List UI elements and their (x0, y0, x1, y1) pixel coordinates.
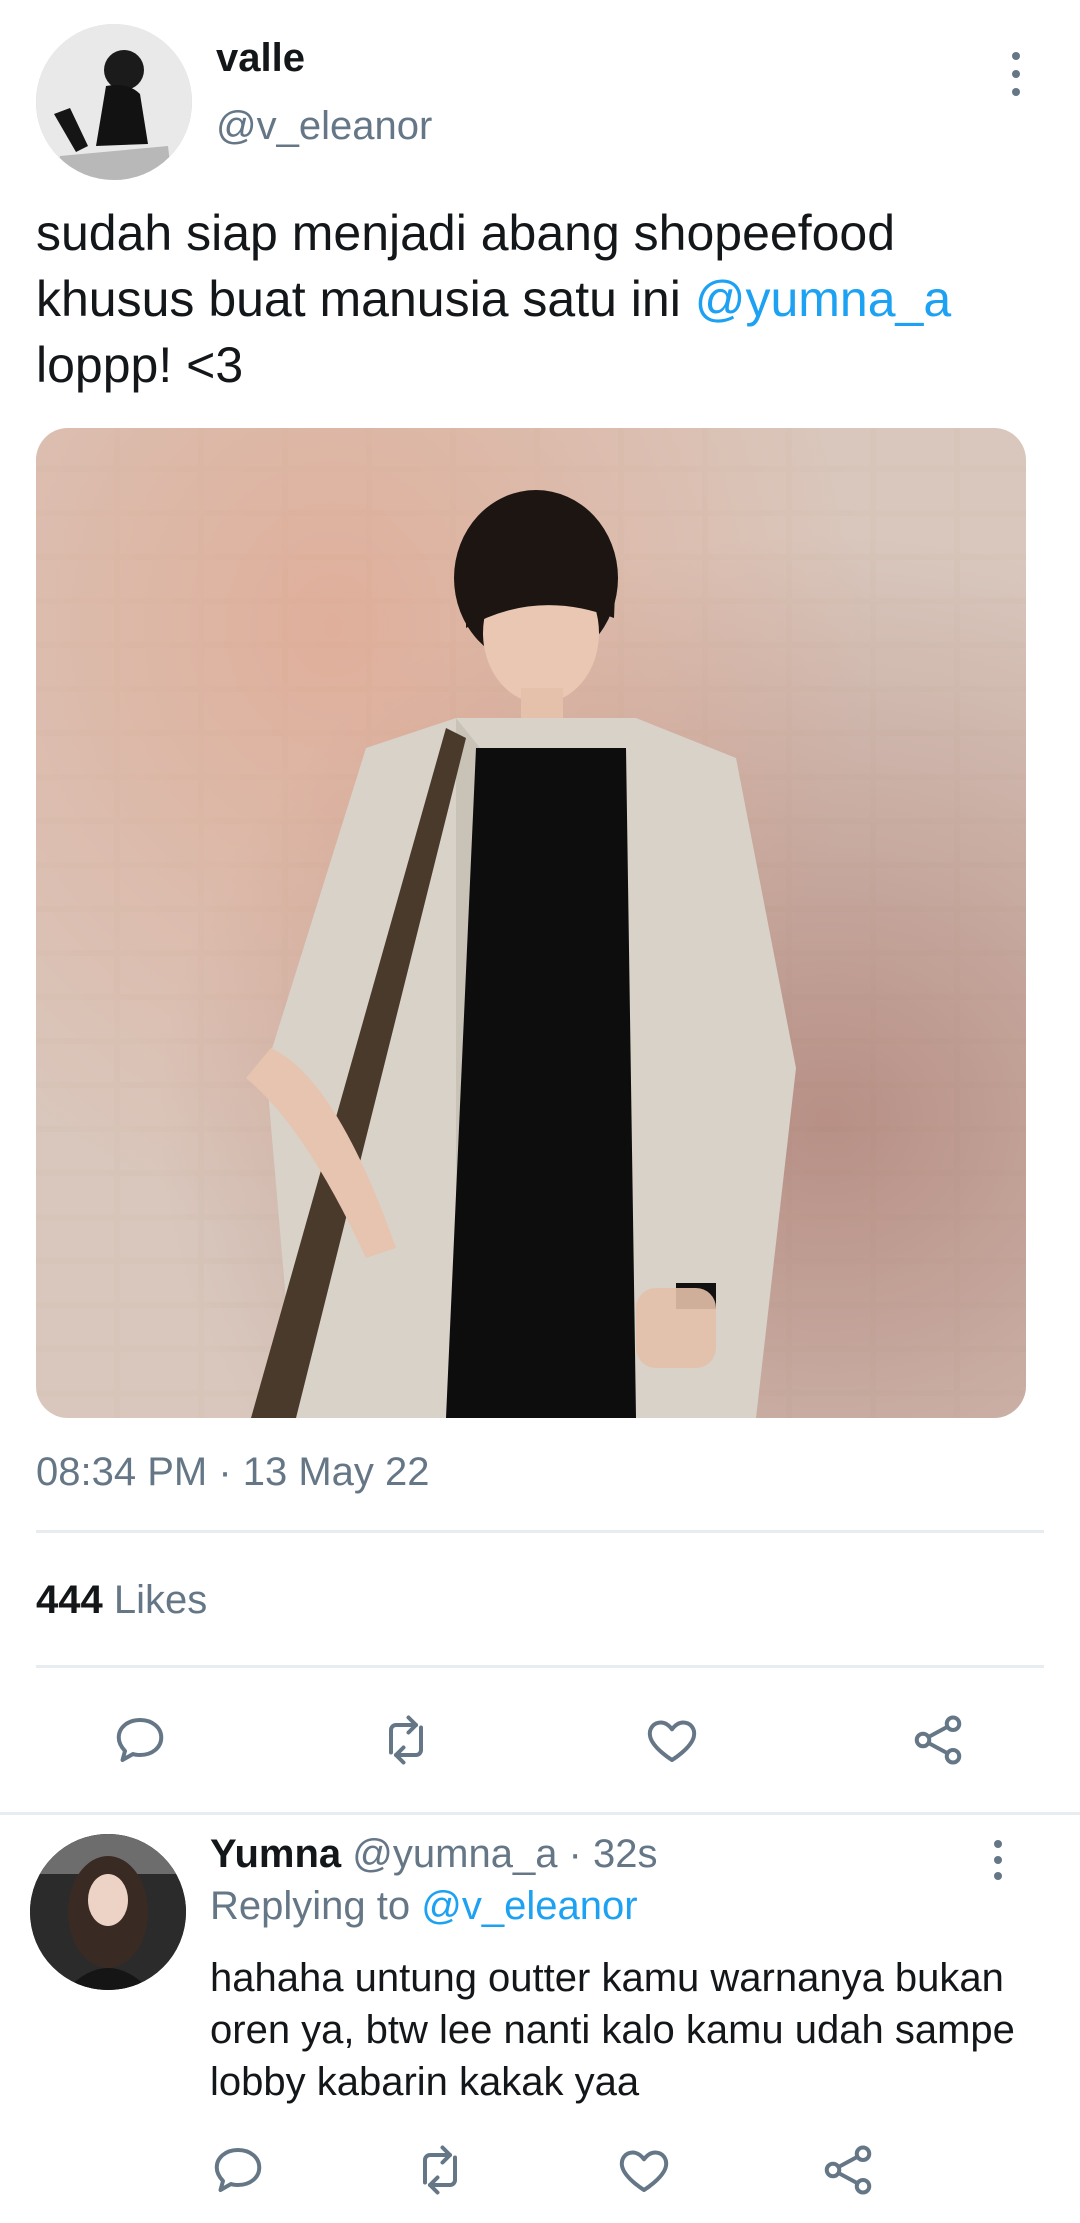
likes-label: Likes (113, 1578, 208, 1622)
tweet-photo[interactable] (36, 428, 1026, 1418)
likes-count[interactable]: 444 Likes (36, 1578, 207, 1623)
reply-author-name[interactable]: Yumna (210, 1832, 341, 1876)
retweet-icon[interactable] (406, 2136, 474, 2204)
retweet-icon[interactable] (372, 1706, 440, 1774)
reply-header: Yumna @yumna_a · 32s (210, 1832, 657, 1877)
author-name[interactable]: valle (216, 36, 305, 81)
divider (36, 1530, 1044, 1533)
person-figure (246, 490, 796, 1418)
divider (0, 1812, 1080, 1815)
replying-to: Replying to @v_eleanor (210, 1884, 638, 1929)
reply-handle-time[interactable]: @yumna_a · 32s (352, 1832, 657, 1876)
reply-icon[interactable] (204, 2136, 272, 2204)
reply-icon[interactable] (106, 1706, 174, 1774)
tweet-mention-link[interactable]: @yumna_a (695, 271, 951, 327)
author-avatar[interactable] (36, 24, 192, 180)
share-icon[interactable] (814, 2136, 882, 2204)
reply-text: hahaha untung outter kamu warnanya bukan… (210, 1956, 1015, 2104)
more-options-icon[interactable] (996, 52, 1036, 96)
reply-avatar[interactable] (30, 1834, 186, 1990)
tweet-text: sudah siap menjadi abang shopeefood khus… (36, 200, 1036, 398)
like-icon[interactable] (610, 2136, 678, 2204)
replying-to-handle[interactable]: @v_eleanor (421, 1884, 637, 1928)
tweet-text-after: loppp! <3 (36, 337, 244, 393)
tweet-timestamp[interactable]: 08:34 PM · 13 May 22 (36, 1450, 430, 1495)
more-options-icon[interactable] (978, 1840, 1018, 1880)
like-icon[interactable] (638, 1706, 706, 1774)
author-handle[interactable]: @v_eleanor (216, 104, 432, 149)
replying-to-label: Replying to (210, 1884, 411, 1928)
likes-number: 444 (36, 1578, 103, 1622)
share-icon[interactable] (904, 1706, 972, 1774)
divider (36, 1665, 1044, 1668)
